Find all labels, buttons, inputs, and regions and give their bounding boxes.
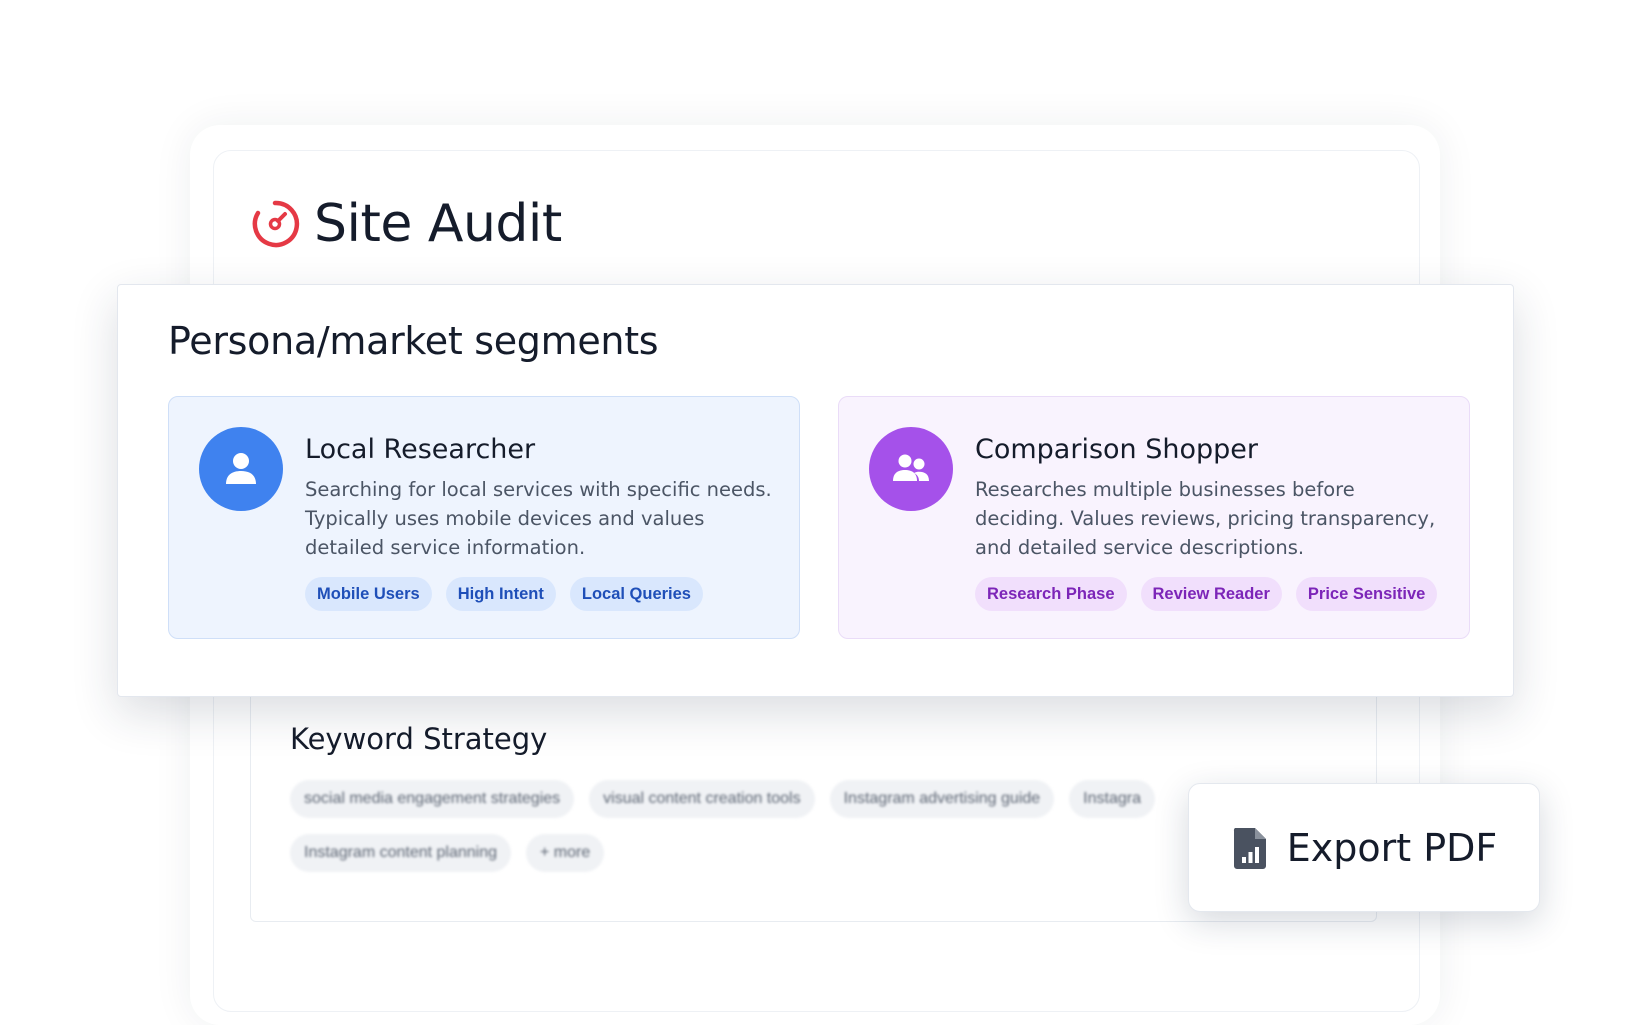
keyword-chip-list: social media engagement strategies visua… (290, 780, 1290, 872)
keyword-chip[interactable]: Instagram content planning (290, 834, 512, 872)
segment-tag: Price Sensitive (1295, 577, 1438, 611)
keyword-chip[interactable]: visual content creation tools (589, 780, 815, 818)
more-keywords-chip[interactable]: + more (526, 834, 605, 872)
segment-description: Researches multiple businesses before de… (975, 478, 1436, 559)
segment-title: Comparison Shopper (975, 434, 1258, 465)
persona-segments-card: Persona/market segments Local Researcher… (117, 284, 1514, 697)
site-audit-header: Site Audit (250, 198, 562, 250)
segment-tag: Research Phase (975, 577, 1127, 611)
export-pdf-button[interactable]: Export PDF (1188, 783, 1540, 912)
segment-card-comparison-shopper[interactable]: Comparison Shopper Researches multiple b… (838, 396, 1470, 639)
segment-avatar (199, 427, 283, 511)
keyword-chip[interactable]: Instagra (1069, 780, 1155, 818)
keyword-strategy-title: Keyword Strategy (290, 722, 548, 756)
segment-tags: Research Phase Review Reader Price Sensi… (975, 577, 1438, 611)
user-icon (226, 453, 256, 484)
segment-tag: Mobile Users (305, 577, 432, 611)
segment-card-local-researcher[interactable]: Local Researcher Searching for local ser… (168, 396, 800, 639)
file-chart-icon (1233, 827, 1266, 869)
export-pdf-label: Export PDF (1286, 825, 1498, 870)
segment-tags: Mobile Users High Intent Local Queries (305, 577, 703, 611)
gauge-icon (252, 200, 300, 248)
segment-description: Searching for local services with specif… (305, 478, 772, 559)
segment-avatar (869, 427, 953, 511)
segment-tag: Local Queries (569, 577, 703, 611)
keyword-chip[interactable]: social media engagement strategies (290, 780, 575, 818)
persona-heading: Persona/market segments (168, 319, 659, 363)
users-icon (893, 454, 929, 481)
keyword-chip[interactable]: Instagram advertising guide (829, 780, 1055, 818)
segment-tag: Review Reader (1140, 577, 1282, 611)
segment-title: Local Researcher (305, 434, 536, 465)
segment-tag: High Intent (445, 577, 556, 611)
page-title: Site Audit (314, 194, 562, 254)
